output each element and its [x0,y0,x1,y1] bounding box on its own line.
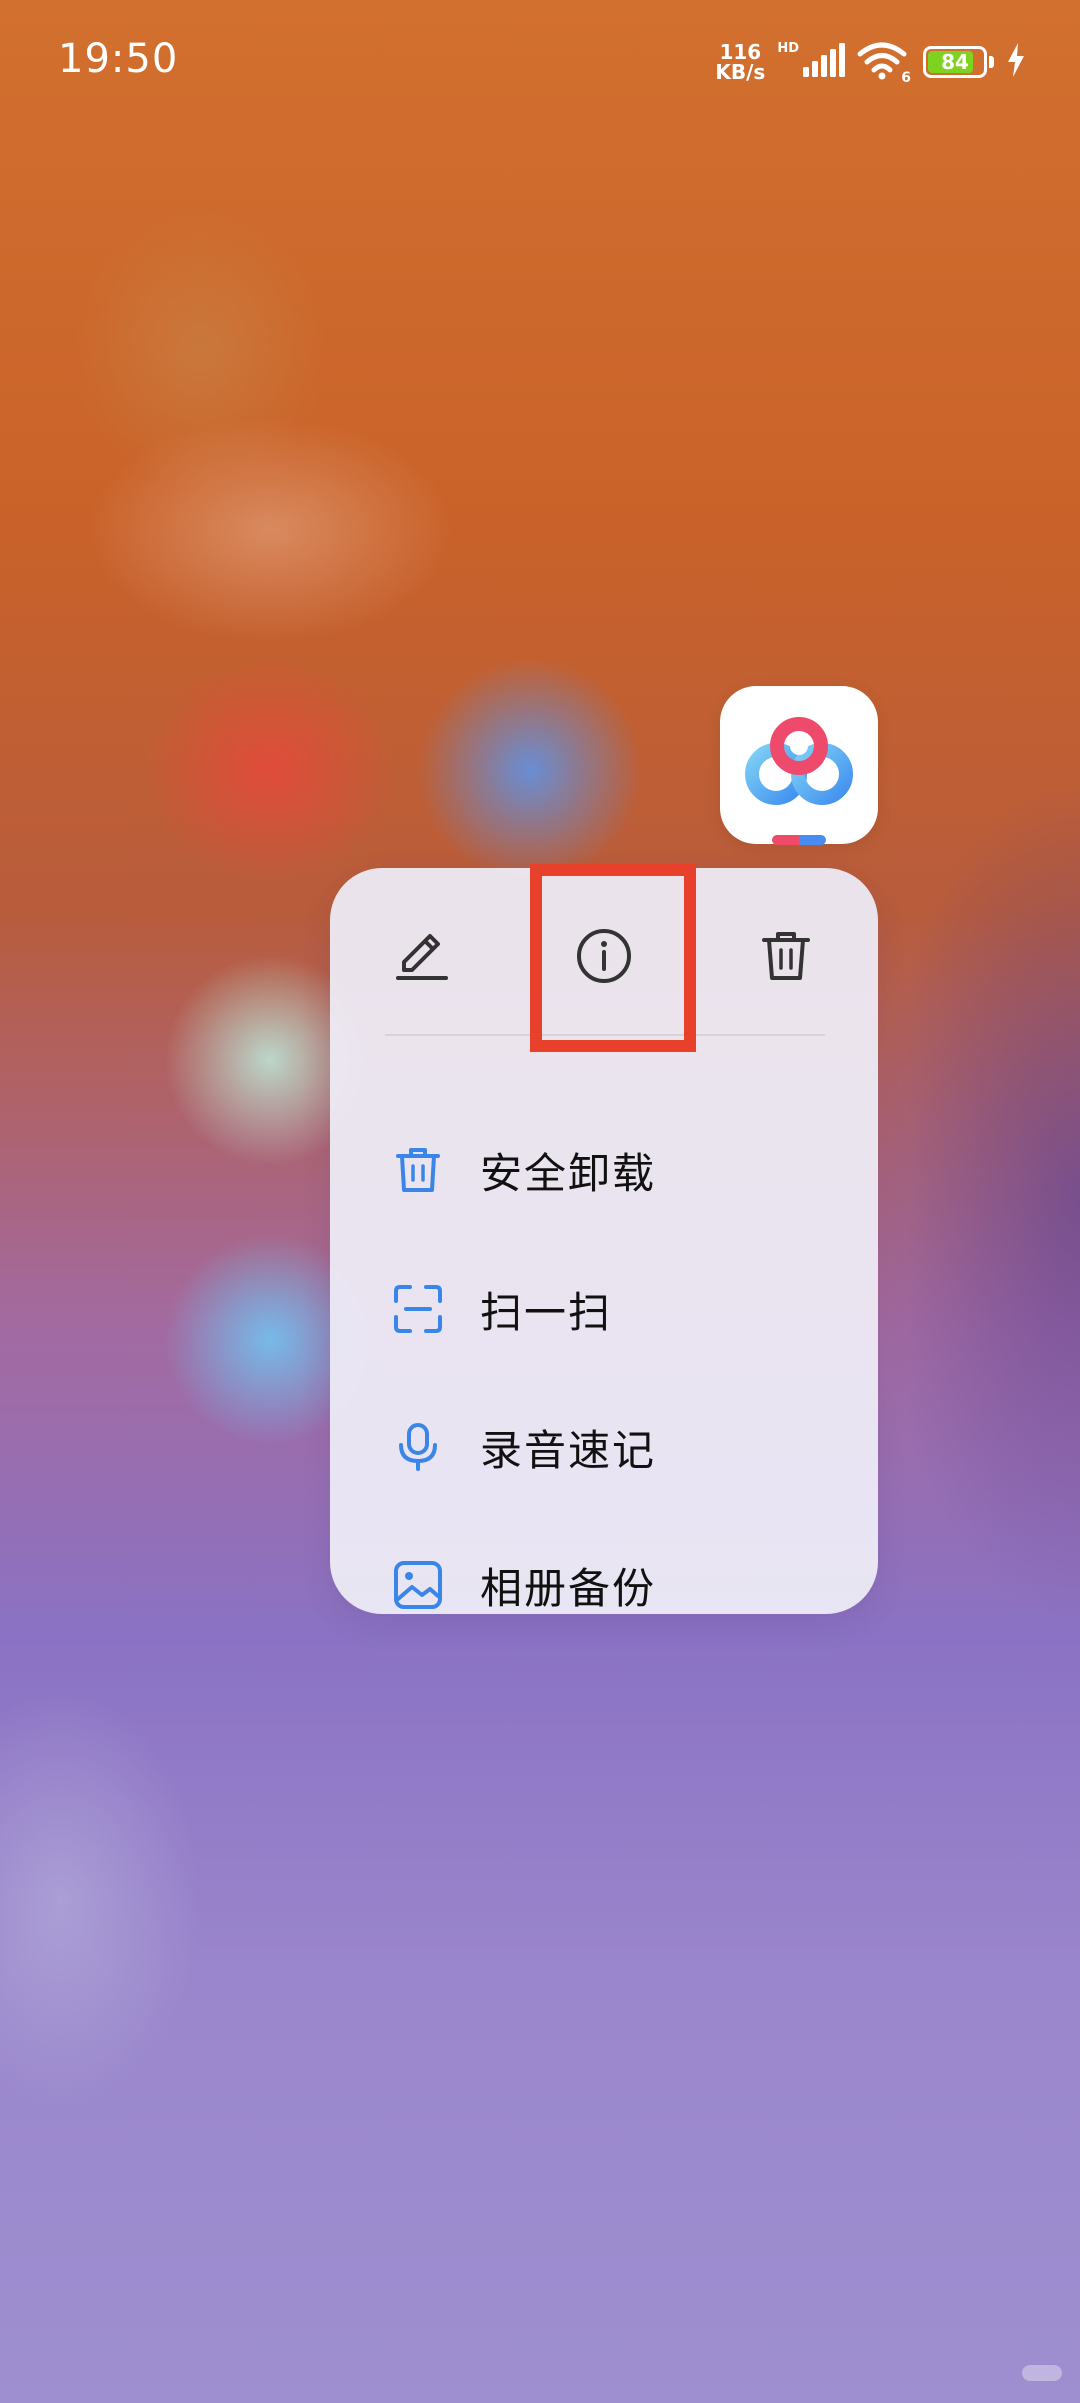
trash-icon [388,1140,448,1200]
baidu-netdisk-app-icon[interactable] [720,686,878,844]
pencil-icon [392,926,452,990]
network-speed-value: 116 [719,40,762,64]
battery-icon: 84 [923,46,987,78]
menu-item-voice-memo[interactable]: 录音速记 [330,1387,878,1507]
scan-icon [388,1279,448,1339]
charging-bolt-icon [1006,43,1026,81]
menu-item-label: 安全卸载 [480,1148,657,1198]
menu-item-safe-uninstall[interactable]: 安全卸载 [330,1110,878,1230]
microphone-icon [388,1417,448,1477]
delete-button[interactable] [746,918,826,998]
status-icons: 116 KB/s HD 6 84 [715,40,1026,86]
network-speed: 116 KB/s [715,42,765,82]
battery-tip [989,56,994,68]
menu-item-label: 相册备份 [480,1563,657,1613]
battery-indicator: 84 [923,46,994,78]
menu-item-label: 录音速记 [480,1425,657,1475]
signal-icon [803,43,845,81]
edit-button[interactable] [382,918,462,998]
status-bar: 19:50 116 KB/s HD 6 84 [0,0,1080,120]
watermark-badge [1022,2365,1062,2381]
menu-item-album-backup[interactable]: 相册备份 [330,1525,878,1645]
network-speed-unit: KB/s [715,60,766,84]
menu-item-scan[interactable]: 扫一扫 [330,1249,878,1369]
hd-label: HD [777,40,799,56]
image-icon [388,1555,448,1615]
status-time: 19:50 [58,36,179,82]
highlight-annotation-box [530,864,696,1052]
wifi-icon: 6 [857,42,911,86]
app-icon-indicator [772,835,826,845]
wifi-badge: 6 [901,70,911,86]
menu-item-label: 扫一扫 [480,1287,613,1337]
cloud-logo-icon [745,717,853,805]
battery-level: 84 [941,50,969,74]
trash-icon [756,926,816,990]
